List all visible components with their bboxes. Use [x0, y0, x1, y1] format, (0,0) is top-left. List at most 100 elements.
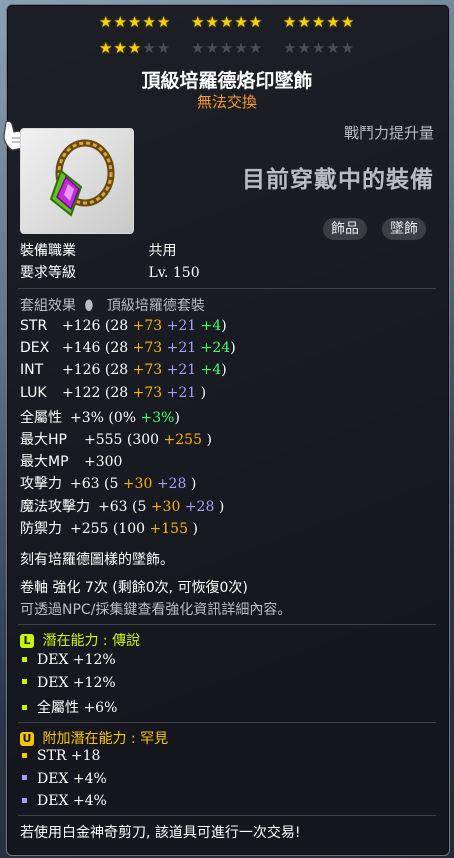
divider-1 [18, 288, 436, 289]
bullet-icon [22, 704, 27, 710]
stat-row: 攻擊力 +63 (5 +30 +28 ) [20, 473, 196, 493]
star-empty-icon: ★ [205, 39, 220, 57]
set-name: 頂級培羅德套裝 [106, 298, 205, 314]
star-group-5: ★★★★★ [191, 40, 263, 56]
bullet-icon [22, 679, 27, 684]
stat-total: +146 [62, 340, 105, 357]
potential-line: STR +18 [20, 748, 100, 764]
star-filled-icon: ★ [156, 13, 172, 31]
stat-close: ) [230, 340, 236, 357]
stat-row: 防禦力 +255 (100 +155 ) [20, 518, 198, 538]
potential-title: 潛在能力 : 傳說 [42, 633, 141, 649]
stat-scroll: +21 [166, 340, 201, 357]
star-empty-icon: ★ [142, 39, 157, 57]
potential-line-text: DEX +4% [37, 770, 107, 787]
star-filled-icon: ★ [191, 13, 206, 31]
star-filled-icon: ★ [234, 13, 249, 31]
star-filled-icon: ★ [99, 13, 114, 31]
stat-scroll: +21 [166, 362, 201, 379]
stat-close: ) [192, 520, 198, 537]
star-empty-icon: ★ [248, 39, 264, 57]
item-description: 刻有培羅德圖樣的墜飾。 [20, 552, 174, 568]
stat-base: (5 [132, 498, 151, 515]
stat-flame: +30 [150, 498, 185, 515]
stat-flame: +73 [132, 362, 167, 379]
potential-line: DEX +4% [20, 793, 107, 809]
stat-flame: +30 [122, 476, 157, 493]
stat-total: +126 [62, 362, 105, 379]
stat-close: ) [200, 384, 207, 401]
star-empty-icon: ★ [219, 39, 235, 57]
stat-star: +24 [200, 340, 231, 357]
stat-row: DEX +146 (28 +73 +21 +24) [20, 340, 236, 356]
star-empty-icon: ★ [311, 39, 327, 57]
stat-total: +255 [70, 520, 113, 537]
stat-star: +4 [200, 362, 222, 379]
trade-status: 無法交換 [196, 93, 257, 111]
star-filled-icon: ★ [283, 13, 298, 31]
current-equipped-label: 目前穿戴中的裝備 [242, 167, 434, 193]
stat-total: +63 [98, 498, 132, 515]
stat-name: STR [20, 318, 48, 334]
bullet-icon [22, 656, 27, 662]
stat-row: 魔法攻擊力 +63 (5 +30 +28 ) [20, 496, 224, 516]
star-empty-icon: ★ [297, 39, 312, 57]
star-filled-icon: ★ [326, 13, 341, 31]
stat-row: LUK +122 (28 +73 +21 ) [20, 385, 206, 401]
additional-header: U 附加潛在能力 : 罕見 [20, 728, 168, 748]
star-filled-icon: ★ [113, 13, 128, 31]
stat-scroll: +21 [166, 318, 201, 334]
star-empty-icon: ★ [156, 39, 172, 57]
stat-name: 全屬性 [20, 409, 62, 426]
stat-close: ) [221, 362, 227, 379]
item-name: 頂級培羅德烙印墜飾 [141, 70, 313, 92]
stat-scroll: +21 [166, 384, 201, 401]
stat-base: (100 [112, 520, 150, 537]
star-group-4: ★★★★★ [99, 40, 171, 56]
star-empty-icon: ★ [191, 39, 206, 57]
potential-line: DEX +12% [20, 652, 116, 668]
star-filled-icon: ★ [297, 13, 312, 31]
stat-row: 最大HP +555 (300 +255 ) [20, 429, 212, 449]
divider-4 [18, 815, 436, 816]
stat-name: INT [20, 362, 44, 379]
divider-3 [18, 722, 436, 723]
stat-total: +3% [70, 409, 109, 426]
stat-name: DEX [20, 340, 50, 357]
potential-header: L 潛在能力 : 傳說 [20, 630, 140, 650]
additional-title: 附加潛在能力 : 罕見 [42, 731, 169, 747]
legendary-badge-icon: L [20, 634, 34, 648]
item-icon-box [20, 128, 134, 234]
star-filled-icon: ★ [219, 13, 235, 31]
star-filled-icon: ★ [127, 13, 143, 31]
level-row: 要求等級 Lv. 150 [20, 262, 200, 282]
stat-flame: +73 [132, 384, 167, 401]
stat-close: ) [218, 498, 225, 515]
star-group-2: ★★★★★ [191, 14, 263, 30]
star-group-6: ★★★★★ [283, 40, 355, 56]
star-filled-icon: ★ [127, 39, 143, 57]
job-value: 共用 [148, 243, 177, 259]
stat-name: 最大MP [20, 454, 69, 471]
pendant-icon [49, 139, 115, 217]
upgrade-hint: 可透過NPC/採集鍵查看強化資訊詳細內容。 [20, 602, 292, 618]
stat-name: 攻擊力 [20, 476, 62, 493]
star-filled-icon: ★ [142, 13, 157, 31]
stat-total: +122 [62, 384, 105, 401]
stat-total: +555 [84, 432, 127, 448]
stat-name: 最大HP [20, 432, 67, 448]
stat-total: +300 [84, 454, 123, 471]
unique-badge-icon: U [20, 732, 34, 746]
stat-base: (28 [104, 340, 133, 357]
power-change-label: 戰鬥力提升量 [343, 124, 434, 142]
potential-line-text: DEX +12% [37, 674, 116, 691]
stat-name: 防禦力 [20, 520, 62, 537]
potential-line-text: STR +18 [37, 748, 101, 764]
stat-scroll: +28 [184, 498, 219, 515]
level-label: 要求等級 [20, 265, 76, 281]
stat-row: 最大MP +300 [20, 451, 122, 471]
stat-name: 魔法攻擊力 [20, 498, 90, 515]
stat-row: STR +126 (28 +73 +21 +4) [20, 318, 227, 334]
tag-pendant: 墜飾 [382, 218, 426, 240]
star-filled-icon: ★ [311, 13, 327, 31]
